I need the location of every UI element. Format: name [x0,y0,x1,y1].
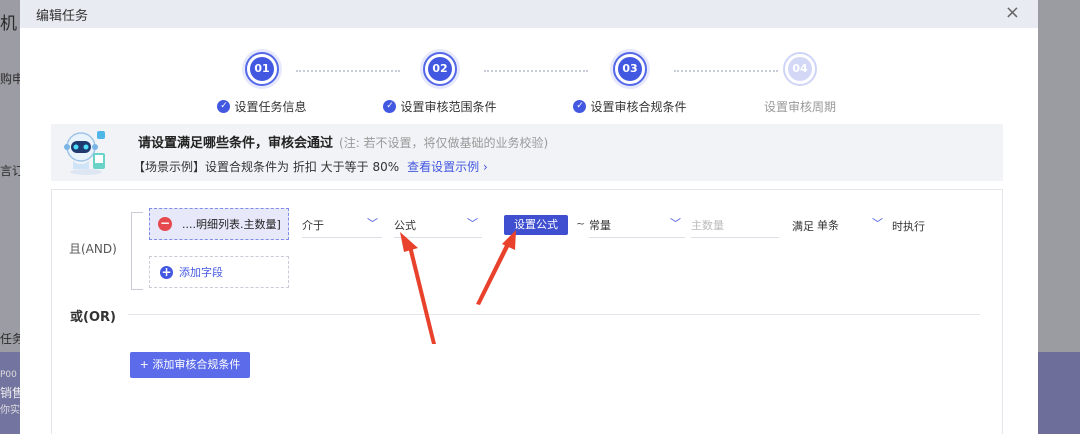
close-icon[interactable]: × [1005,3,1020,23]
step-label: 设置任务信息 [234,100,307,114]
background-text: 机 [0,14,17,34]
add-condition-button[interactable]: + 添加审核合规条件 [130,352,250,378]
step-label-row: ✓ 设置任务信息 [202,98,322,115]
tip-banner: 请设置满足哪些条件，审核会通过 (注: 若不设置，将仅做基础的业务校验) 【场景示… [51,124,1003,181]
tip-title: 请设置满足哪些条件，审核会通过 [138,136,334,151]
execute-suffix: 时执行 [892,220,925,233]
background-text: P00 [0,370,17,380]
satisfy-select[interactable]: 单条 ﹀ [817,212,887,238]
value-type-value: 公式 [394,219,416,232]
step-number: 01 [250,57,274,81]
modal-title: 编辑任务 [36,9,89,24]
tip-headline: 请设置满足哪些条件，审核会通过 (注: 若不设置，将仅做基础的业务校验) [138,132,548,151]
chevron-down-icon: ﹀ [367,217,378,230]
step-circle: 02 [423,52,457,86]
set-formula-button[interactable]: 设置公式 [504,215,568,235]
background-text: 销售 [0,386,20,400]
tip-example-text: 【场景示例】设置合规条件为 折扣 大于等于 80% [133,160,400,174]
background-text: 言订 [0,164,20,178]
and-bracket [131,212,143,290]
add-field-button[interactable]: + 添加字段 [149,256,289,288]
step-1[interactable]: 01 ✓ 设置任务信息 [202,52,322,122]
edit-task-modal: 编辑任务 × 01 ✓ 设置任务信息 02 ✓ 设置审核范围条件 03 ✓ 设置审核合… [20,0,1038,434]
range-tilde: ~ [576,217,586,230]
second-value-placeholder: 主数量 [691,219,724,232]
plus-circle-icon: + [160,264,173,279]
step-circle: 04 [783,52,817,86]
step-3[interactable]: 03 ✓ 设置审核合规条件 [570,52,690,122]
chevron-down-icon: ﹀ [467,217,478,230]
robot-icon [64,131,105,175]
step-label: 设置审核合规条件 [590,100,687,114]
second-value-input[interactable]: 主数量 [691,212,779,238]
or-label: 或(OR) [70,310,116,325]
background-text: 任务 [0,332,20,346]
step-2[interactable]: 02 ✓ 设置审核范围条件 [380,52,500,122]
chevron-down-icon: ﹀ [872,217,883,230]
chevron-down-icon: ﹀ [670,217,681,230]
background-right-bottom [1038,352,1080,434]
check-circle-icon: ✓ [383,100,397,113]
modal-header: 编辑任务 × [20,0,1038,28]
step-label: 设置审核周期 [763,100,836,114]
satisfy-value: 单条 [817,219,839,232]
field-chip[interactable]: − ....明细列表.主数量] [149,208,289,240]
step-circle: 03 [613,52,647,86]
remove-icon[interactable]: − [158,217,172,231]
tip-note: (注: 若不设置，将仅做基础的业务校验) [339,136,549,150]
second-type-value: 常量 [589,219,611,232]
check-circle-icon: ✓ [573,100,587,113]
step-label: 设置审核范围条件 [400,100,497,114]
step-number: 02 [428,57,452,81]
background-text: 你实 [0,405,20,416]
value-type-select[interactable]: 公式 ﹀ [394,212,482,238]
background-text: 购申 [0,72,20,86]
view-example-link[interactable]: 查看设置示例 › [407,160,488,174]
step-label-row: ✓ 设置审核合规条件 [570,98,690,115]
second-type-select[interactable]: 常量 ﹀ [589,212,685,238]
operator-value: 介于 [302,219,324,232]
check-circle-icon: ✓ [217,100,231,113]
field-chip-label: ....明细列表.主数量] [182,218,281,231]
step-circle: 01 [245,52,279,86]
satisfy-label: 满足 [792,220,814,233]
step-label-row: 设置审核周期 [740,98,860,115]
tip-example-row: 【场景示例】设置合规条件为 折扣 大于等于 80% 查看设置示例 › [133,158,488,175]
or-divider [128,314,980,315]
step-number: 03 [618,57,642,81]
step-4[interactable]: 04 设置审核周期 [740,52,860,122]
add-field-label: 添加字段 [179,266,223,279]
operator-select[interactable]: 介于 ﹀ [302,212,382,238]
and-label: 且(AND) [69,242,117,256]
step-number: 04 [788,57,812,81]
step-label-row: ✓ 设置审核范围条件 [380,98,500,115]
conditions-panel: 且(AND) − ....明细列表.主数量] + 添加字段 介于 ﹀ 公式 ﹀ … [51,189,1003,434]
